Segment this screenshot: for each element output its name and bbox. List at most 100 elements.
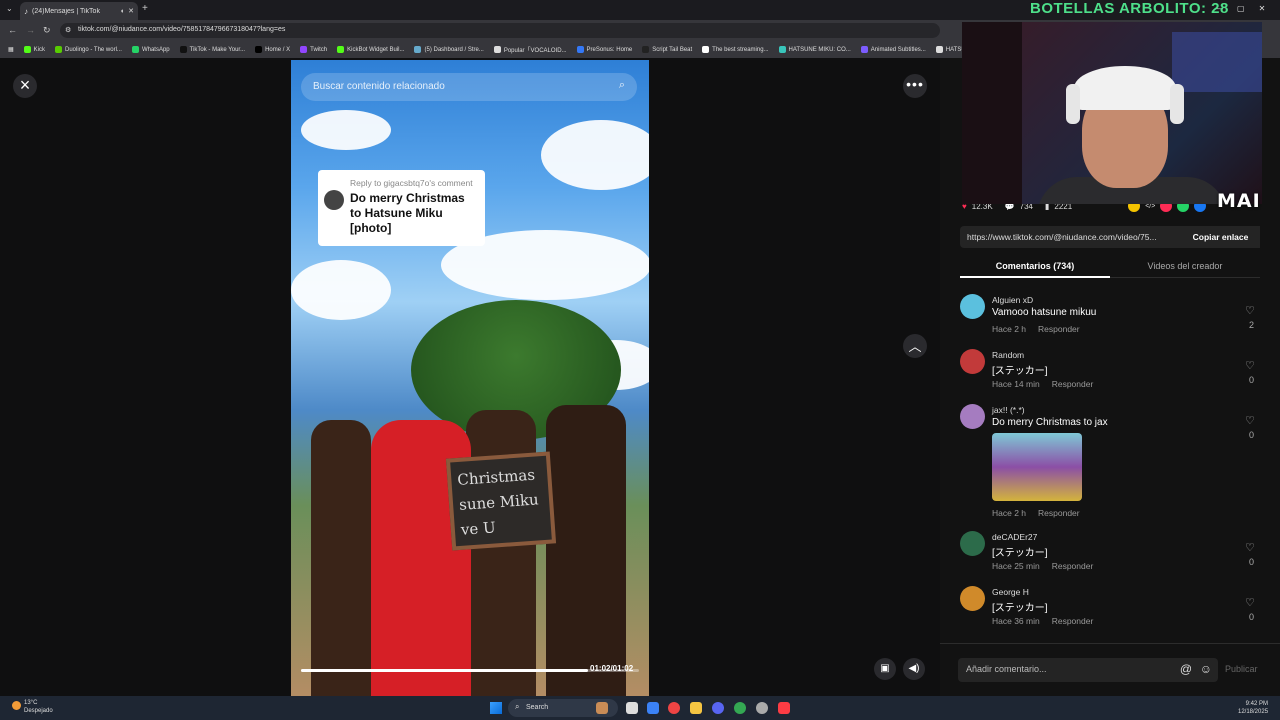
bookmark-item[interactable]: HATSUNE MIKU: CO... xyxy=(778,46,851,53)
christmas-sign: Christmas sune Miku ve U xyxy=(445,451,557,551)
like-heart-icon[interactable]: ♡ xyxy=(1245,596,1255,609)
tiktok-favicon-icon: ♪ xyxy=(24,6,28,16)
tab-list-icon[interactable]: ⌄ xyxy=(6,4,13,13)
like-heart-icon[interactable]: ♡ xyxy=(1245,414,1255,427)
bookmark-item[interactable]: Kick xyxy=(23,46,45,53)
taskbar: 13°C Despejado ⌕ Search 9:42 PM 12/18/20… xyxy=(0,696,1280,720)
bookmark-item[interactable]: TikTok - Make Your... xyxy=(179,46,245,53)
related-search-input[interactable]: Buscar contenido relacionado ⌕ xyxy=(301,73,637,101)
discord-icon[interactable] xyxy=(712,702,724,714)
bookmark-item[interactable]: Animated Subtitles... xyxy=(860,46,926,53)
reply-button[interactable]: Responder xyxy=(1038,508,1080,518)
site-info-icon[interactable]: ⚙ xyxy=(65,26,71,34)
bookmark-favicon-icon xyxy=(493,46,501,53)
comment-username[interactable]: George H xyxy=(992,587,1029,597)
cap xyxy=(1074,66,1176,110)
avatar[interactable] xyxy=(960,586,985,611)
close-button[interactable]: × xyxy=(13,74,37,98)
bookmark-favicon-icon xyxy=(576,46,584,53)
bookmark-label: Script Tail Beat xyxy=(652,46,693,53)
reply-button[interactable]: Responder xyxy=(1052,379,1094,389)
bookmark-item[interactable]: WhatsApp xyxy=(131,46,170,53)
edge-icon[interactable] xyxy=(647,702,659,714)
avatar[interactable] xyxy=(960,531,985,556)
comment-username[interactable]: Random xyxy=(992,350,1024,360)
stream-overlay-title: BOTELLAS ARBOLITO: 28 xyxy=(1030,0,1229,17)
like-heart-icon[interactable]: ♡ xyxy=(1245,541,1255,554)
system-clock[interactable]: 9:42 PM 12/18/2025 xyxy=(1238,700,1268,716)
comment-text: [ステッカー] xyxy=(992,548,1048,559)
maximize-icon[interactable]: ▢ xyxy=(1237,4,1245,13)
settings-icon[interactable] xyxy=(756,702,768,714)
bookmark-item[interactable]: KickBot Widget Buil... xyxy=(337,46,404,53)
avatar[interactable] xyxy=(960,349,985,374)
url-text: tiktok.com/@niudance.com/video/758517847… xyxy=(78,26,286,33)
browser-tab[interactable]: ♪ (24)Mensajes | TikTok ◖ ✕ xyxy=(20,2,138,20)
file-explorer-icon[interactable] xyxy=(690,702,702,714)
captions-button[interactable]: ▣ xyxy=(874,658,896,680)
add-comment-placeholder: Añadir comentario... xyxy=(966,664,1047,674)
speaker-icon[interactable]: ◖ xyxy=(120,8,124,15)
avatar[interactable] xyxy=(960,294,985,319)
mention-icon[interactable]: @ xyxy=(1180,662,1192,676)
clock-date: 12/18/2025 xyxy=(1238,709,1269,715)
search-icon[interactable]: ⌕ xyxy=(619,79,625,92)
dancer xyxy=(311,420,371,696)
avatar[interactable] xyxy=(960,404,985,429)
bookmark-item[interactable]: The best streaming... xyxy=(702,46,769,53)
new-tab-button[interactable]: + xyxy=(142,3,148,14)
reply-button[interactable]: Responder xyxy=(1052,561,1094,571)
like-heart-icon[interactable]: ♡ xyxy=(1245,359,1255,372)
headphone xyxy=(1170,84,1184,124)
bookmark-favicon-icon xyxy=(23,46,31,53)
video-progress-bar[interactable] xyxy=(301,669,639,672)
comment-username[interactable]: deCADEr27 xyxy=(992,532,1037,542)
forward-icon[interactable]: → xyxy=(26,25,35,35)
search-icon: ⌕ xyxy=(515,702,520,711)
clock-time: 9:42 PM xyxy=(1245,701,1269,707)
reply-button[interactable]: Responder xyxy=(1052,616,1094,626)
url-field[interactable]: ⚙ tiktok.com/@niudance.com/video/7585178… xyxy=(60,23,940,38)
bookmark-item[interactable]: Duolingo - The worl... xyxy=(55,46,122,53)
video-player[interactable]: Christmas sune Miku ve U Buscar contenid… xyxy=(291,60,649,696)
comment-username[interactable]: jax!! (*.*) xyxy=(992,405,1025,415)
apps-icon[interactable]: ▦ xyxy=(8,46,14,53)
bookmark-item[interactable]: Script Tail Beat xyxy=(642,46,692,53)
previous-video-button[interactable]: ︿ xyxy=(903,334,927,358)
bookmark-favicon-icon xyxy=(131,46,139,53)
like-heart-icon[interactable]: ♡ xyxy=(1245,304,1255,317)
back-icon[interactable]: ← xyxy=(8,25,17,35)
reply-sticker: Reply to gigacsbtq7o's comment Do merry … xyxy=(318,170,485,246)
bookmark-item[interactable]: Home / X xyxy=(255,46,290,53)
sticker-image[interactable] xyxy=(992,433,1082,501)
music-icon[interactable] xyxy=(778,702,790,714)
task-view-icon[interactable] xyxy=(626,702,638,714)
tab-comments[interactable]: Comentarios (734) xyxy=(960,256,1110,278)
chrome-icon[interactable] xyxy=(668,702,680,714)
weather-widget[interactable]: 13°C Despejado xyxy=(12,699,53,715)
close-tab-icon[interactable]: ✕ xyxy=(128,7,134,15)
comment-like-count: 0 xyxy=(1249,612,1255,622)
close-window-icon[interactable]: ✕ xyxy=(1259,4,1266,13)
reply-button[interactable]: Responder xyxy=(1038,324,1080,334)
comment-time: Hace 36 min xyxy=(992,616,1040,626)
emoji-icon[interactable]: ☺ xyxy=(1200,662,1212,676)
post-button[interactable]: Publicar xyxy=(1225,664,1258,674)
bookmark-item[interactable]: Twitch xyxy=(300,46,327,53)
more-options-button[interactable]: ••• xyxy=(903,74,927,98)
widget-icon[interactable] xyxy=(596,702,608,714)
divider xyxy=(940,643,1280,644)
tab-creator-videos[interactable]: Videos del creador xyxy=(1110,256,1260,278)
bookmark-item[interactable]: PreSonus: Home xyxy=(576,46,632,53)
webcam-overlay xyxy=(962,22,1262,204)
start-button[interactable] xyxy=(490,702,502,714)
chrome-active-icon[interactable] xyxy=(734,702,746,714)
add-comment-input[interactable]: Añadir comentario... @ ☺ xyxy=(958,658,1218,682)
bookmark-item[interactable]: (5) Dashboard / Stre... xyxy=(414,46,484,53)
bookmark-item[interactable]: Popular「VOCALOID... xyxy=(493,45,567,54)
reload-icon[interactable]: ↻ xyxy=(43,25,51,36)
comment-text: Do merry Christmas to jax xyxy=(992,417,1108,428)
copy-link-button[interactable]: Copiar enlace xyxy=(1181,226,1260,248)
comment-username[interactable]: Alguien xD xyxy=(992,295,1033,305)
volume-button[interactable]: ◀) xyxy=(903,658,925,680)
